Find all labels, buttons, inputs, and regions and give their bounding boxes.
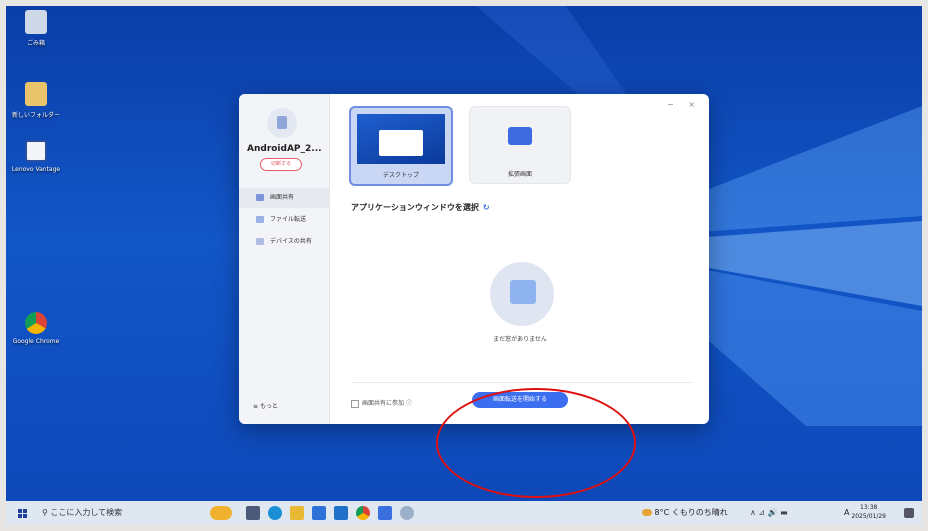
more-menu[interactable]: ≡ もっと bbox=[253, 401, 278, 410]
search-icon: ⚲ bbox=[42, 508, 48, 517]
menu-icon: ≡ bbox=[253, 403, 259, 410]
grid-icon bbox=[256, 238, 264, 245]
mode-card-extended[interactable]: 拡張画面 bbox=[469, 106, 571, 184]
desktop-icon-label: 新しいフォルダー bbox=[11, 112, 60, 119]
desktop-icon-label: ごみ箱 bbox=[26, 40, 45, 47]
monitor-icon bbox=[256, 194, 264, 201]
disconnect-button[interactable]: 切断する bbox=[260, 158, 302, 171]
taskbar-search[interactable]: ⚲ ここに入力して検索 bbox=[42, 505, 122, 521]
file-explorer-icon[interactable] bbox=[290, 506, 304, 520]
empty-state-illustration bbox=[490, 262, 554, 326]
windows-start-button[interactable] bbox=[18, 509, 27, 518]
clock-time: 13:38 bbox=[860, 504, 878, 511]
join-label: 画面共有に参加 bbox=[362, 400, 405, 407]
app-taskbar-icon[interactable] bbox=[400, 506, 414, 520]
sidebar-item-label: デバイスの共有 bbox=[270, 238, 312, 245]
folder-icon bbox=[256, 216, 264, 223]
folder-icon bbox=[25, 82, 47, 106]
ime-indicator[interactable]: A bbox=[844, 503, 849, 523]
screen-share-app-window: AndroidAP_2... 切断する 画面共有 ファイル転送 デバイスの共有 … bbox=[239, 94, 709, 424]
extend-screen-icon bbox=[508, 127, 532, 145]
desktop-icon-chrome[interactable]: Google Chrome bbox=[6, 312, 66, 345]
widget-icon[interactable] bbox=[210, 506, 232, 520]
window-controls[interactable]: − × bbox=[667, 100, 701, 109]
task-view-icon[interactable] bbox=[246, 506, 260, 520]
mode-card-label: デスクトップ bbox=[382, 172, 419, 179]
refresh-icon[interactable]: ↻ bbox=[483, 203, 490, 212]
weather-widget[interactable]: 8°C くもりのち晴れ bbox=[642, 503, 728, 523]
clock-date: 2025/01/29 bbox=[851, 513, 886, 520]
device-avatar bbox=[267, 108, 297, 138]
mode-card-desktop[interactable]: デスクトップ bbox=[349, 106, 453, 186]
system-tray-icons[interactable]: ∧ ⊿ 🔊 ▬ bbox=[750, 503, 788, 523]
weather-icon bbox=[642, 509, 652, 516]
sidebar-item-label: 画面共有 bbox=[270, 194, 295, 201]
sidebar-item-label: ファイル転送 bbox=[270, 216, 307, 223]
mail-icon[interactable] bbox=[334, 506, 348, 520]
lenovo-vantage-icon bbox=[25, 140, 47, 162]
desktop-icon-lenovo-vantage[interactable]: Lenovo Vantage bbox=[6, 140, 66, 173]
desktop-icon-label: Google Chrome bbox=[12, 338, 60, 345]
desktop: ごみ箱 新しいフォルダー Lenovo Vantage Google Chrom… bbox=[6, 6, 922, 525]
desktop-icon-new-folder[interactable]: 新しいフォルダー bbox=[6, 82, 66, 119]
screen-share-app-taskbar-icon[interactable] bbox=[378, 506, 392, 520]
mode-card-label: 拡張画面 bbox=[507, 171, 532, 178]
store-icon[interactable] bbox=[312, 506, 326, 520]
edge-icon[interactable] bbox=[268, 506, 282, 520]
main-panel: − × デスクトップ 拡張画面 アプリケーションウィンドウを選択 ↻ まだ窓があり… bbox=[330, 94, 709, 424]
app-window-select-title: アプリケーションウィンドウを選択 ↻ bbox=[351, 202, 490, 213]
divider bbox=[351, 382, 693, 383]
sidebar: AndroidAP_2... 切断する 画面共有 ファイル転送 デバイスの共有 … bbox=[239, 94, 330, 424]
red-annotation-circle bbox=[436, 388, 636, 498]
desktop-thumbnail bbox=[357, 114, 445, 164]
join-share-option[interactable]: 画面共有に参加 ⓘ bbox=[351, 398, 412, 408]
sidebar-item-screen-share[interactable]: 画面共有 bbox=[239, 188, 329, 208]
empty-box-icon bbox=[510, 280, 536, 304]
photo-frame: ごみ箱 新しいフォルダー Lenovo Vantage Google Chrom… bbox=[0, 0, 928, 531]
chrome-icon bbox=[25, 312, 47, 334]
taskbar-clock[interactable]: 13:38 2025/01/29 bbox=[851, 503, 886, 521]
desktop-icon-label: Lenovo Vantage bbox=[11, 166, 61, 173]
notification-icon[interactable] bbox=[904, 508, 914, 518]
sidebar-item-device-sharing[interactable]: デバイスの共有 bbox=[239, 232, 329, 252]
recycle-bin-icon bbox=[25, 10, 47, 34]
desktop-icon-recycle-bin[interactable]: ごみ箱 bbox=[6, 10, 66, 47]
section-title: アプリケーションウィンドウを選択 bbox=[351, 203, 479, 212]
chrome-taskbar-icon[interactable] bbox=[356, 506, 370, 520]
empty-state-text: まだ窓がありません bbox=[493, 336, 547, 343]
sidebar-item-file-transfer[interactable]: ファイル転送 bbox=[239, 210, 329, 230]
join-checkbox[interactable] bbox=[351, 399, 359, 408]
search-placeholder: ここに入力して検索 bbox=[50, 508, 123, 517]
taskbar: ⚲ ここに入力して検索 8°C くもりのち晴れ ∧ ⊿ 🔊 ▬ A 13:38 … bbox=[6, 501, 922, 525]
more-label: もっと bbox=[259, 403, 278, 410]
info-icon[interactable]: ⓘ bbox=[406, 400, 412, 407]
phone-icon bbox=[277, 116, 287, 129]
device-name: AndroidAP_2... bbox=[247, 144, 322, 154]
weather-text: 8°C くもりのち晴れ bbox=[654, 508, 728, 517]
